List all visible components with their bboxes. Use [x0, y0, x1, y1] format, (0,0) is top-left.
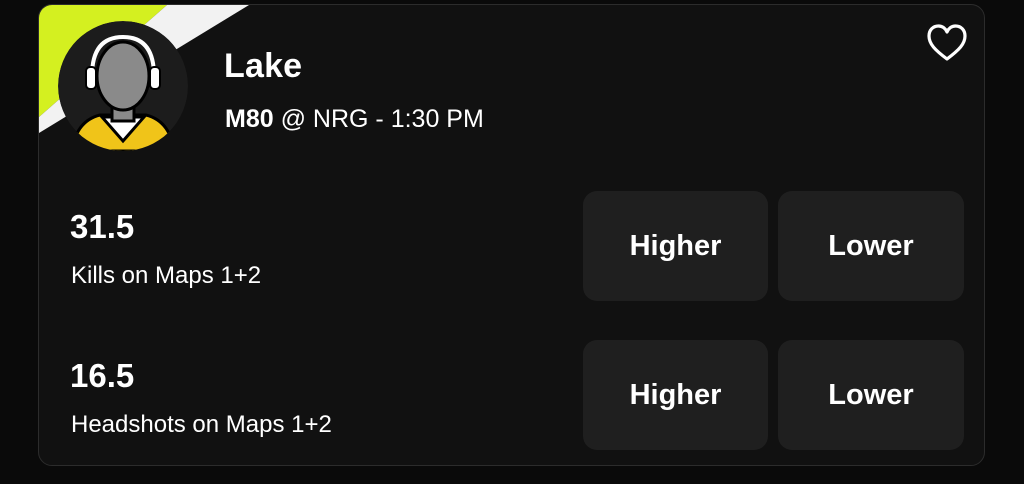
prop-stat-label: Headshots on Maps 1+2	[71, 411, 332, 438]
higher-button[interactable]: Higher	[583, 340, 768, 450]
prop-line-value: 31.5	[70, 208, 135, 245]
player-name: Lake	[224, 47, 303, 85]
prop-stat-label: Kills on Maps 1+2	[71, 262, 262, 289]
player-silhouette-icon	[58, 21, 188, 151]
higher-button[interactable]: Higher	[583, 191, 768, 301]
match-info: M80 @ NRG - 1:30 PM	[225, 105, 484, 134]
player-avatar	[58, 21, 188, 151]
lower-button[interactable]: Lower	[778, 340, 964, 450]
lower-button[interactable]: Lower	[778, 191, 964, 301]
heart-outline-icon	[927, 24, 967, 61]
match-opponent-time: @ NRG - 1:30 PM	[280, 105, 484, 133]
player-team: M80	[225, 105, 274, 133]
favorite-button[interactable]	[925, 23, 969, 63]
player-prop-card: Lake M80 @ NRG - 1:30 PM 31.5 Kills on M…	[38, 4, 985, 466]
prop-line-value: 16.5	[70, 357, 135, 394]
